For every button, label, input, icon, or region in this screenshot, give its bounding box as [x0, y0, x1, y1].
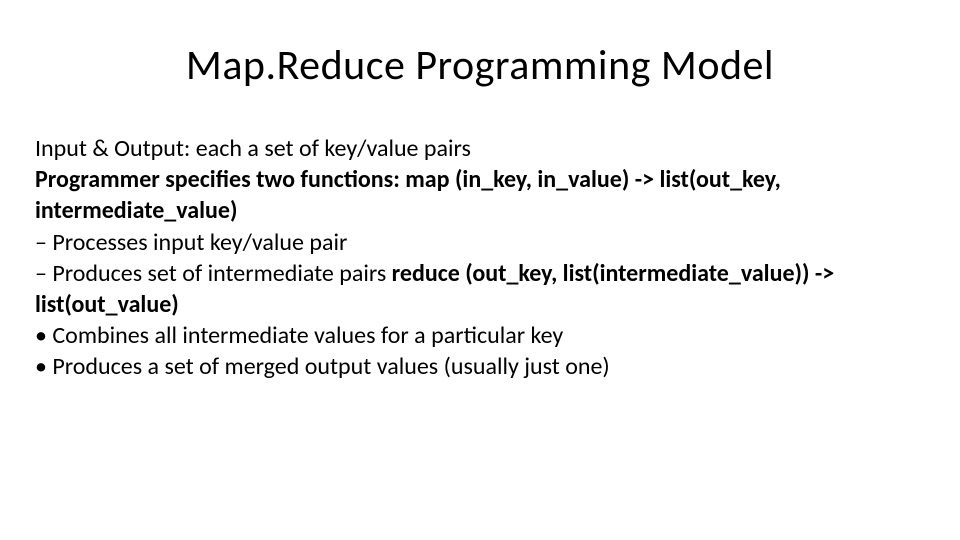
line-io: Input & Output: each a set of key/value …: [35, 133, 925, 164]
line-map-signature: Programmer specifies two functions: map …: [35, 164, 925, 226]
line-produces: • Produces a set of merged output values…: [35, 351, 925, 382]
slide-body: Input & Output: each a set of key/value …: [35, 133, 925, 383]
slide-title: Map.Reduce Programming Model: [35, 40, 925, 91]
line-combines: • Combines all intermediate values for a…: [35, 320, 925, 351]
line-reduce-prefix: – Produces set of intermediate pairs: [35, 259, 392, 288]
line-map-processes: – Processes input key/value pair: [35, 227, 925, 258]
line-reduce-signature: – Produces set of intermediate pairs red…: [35, 258, 925, 320]
